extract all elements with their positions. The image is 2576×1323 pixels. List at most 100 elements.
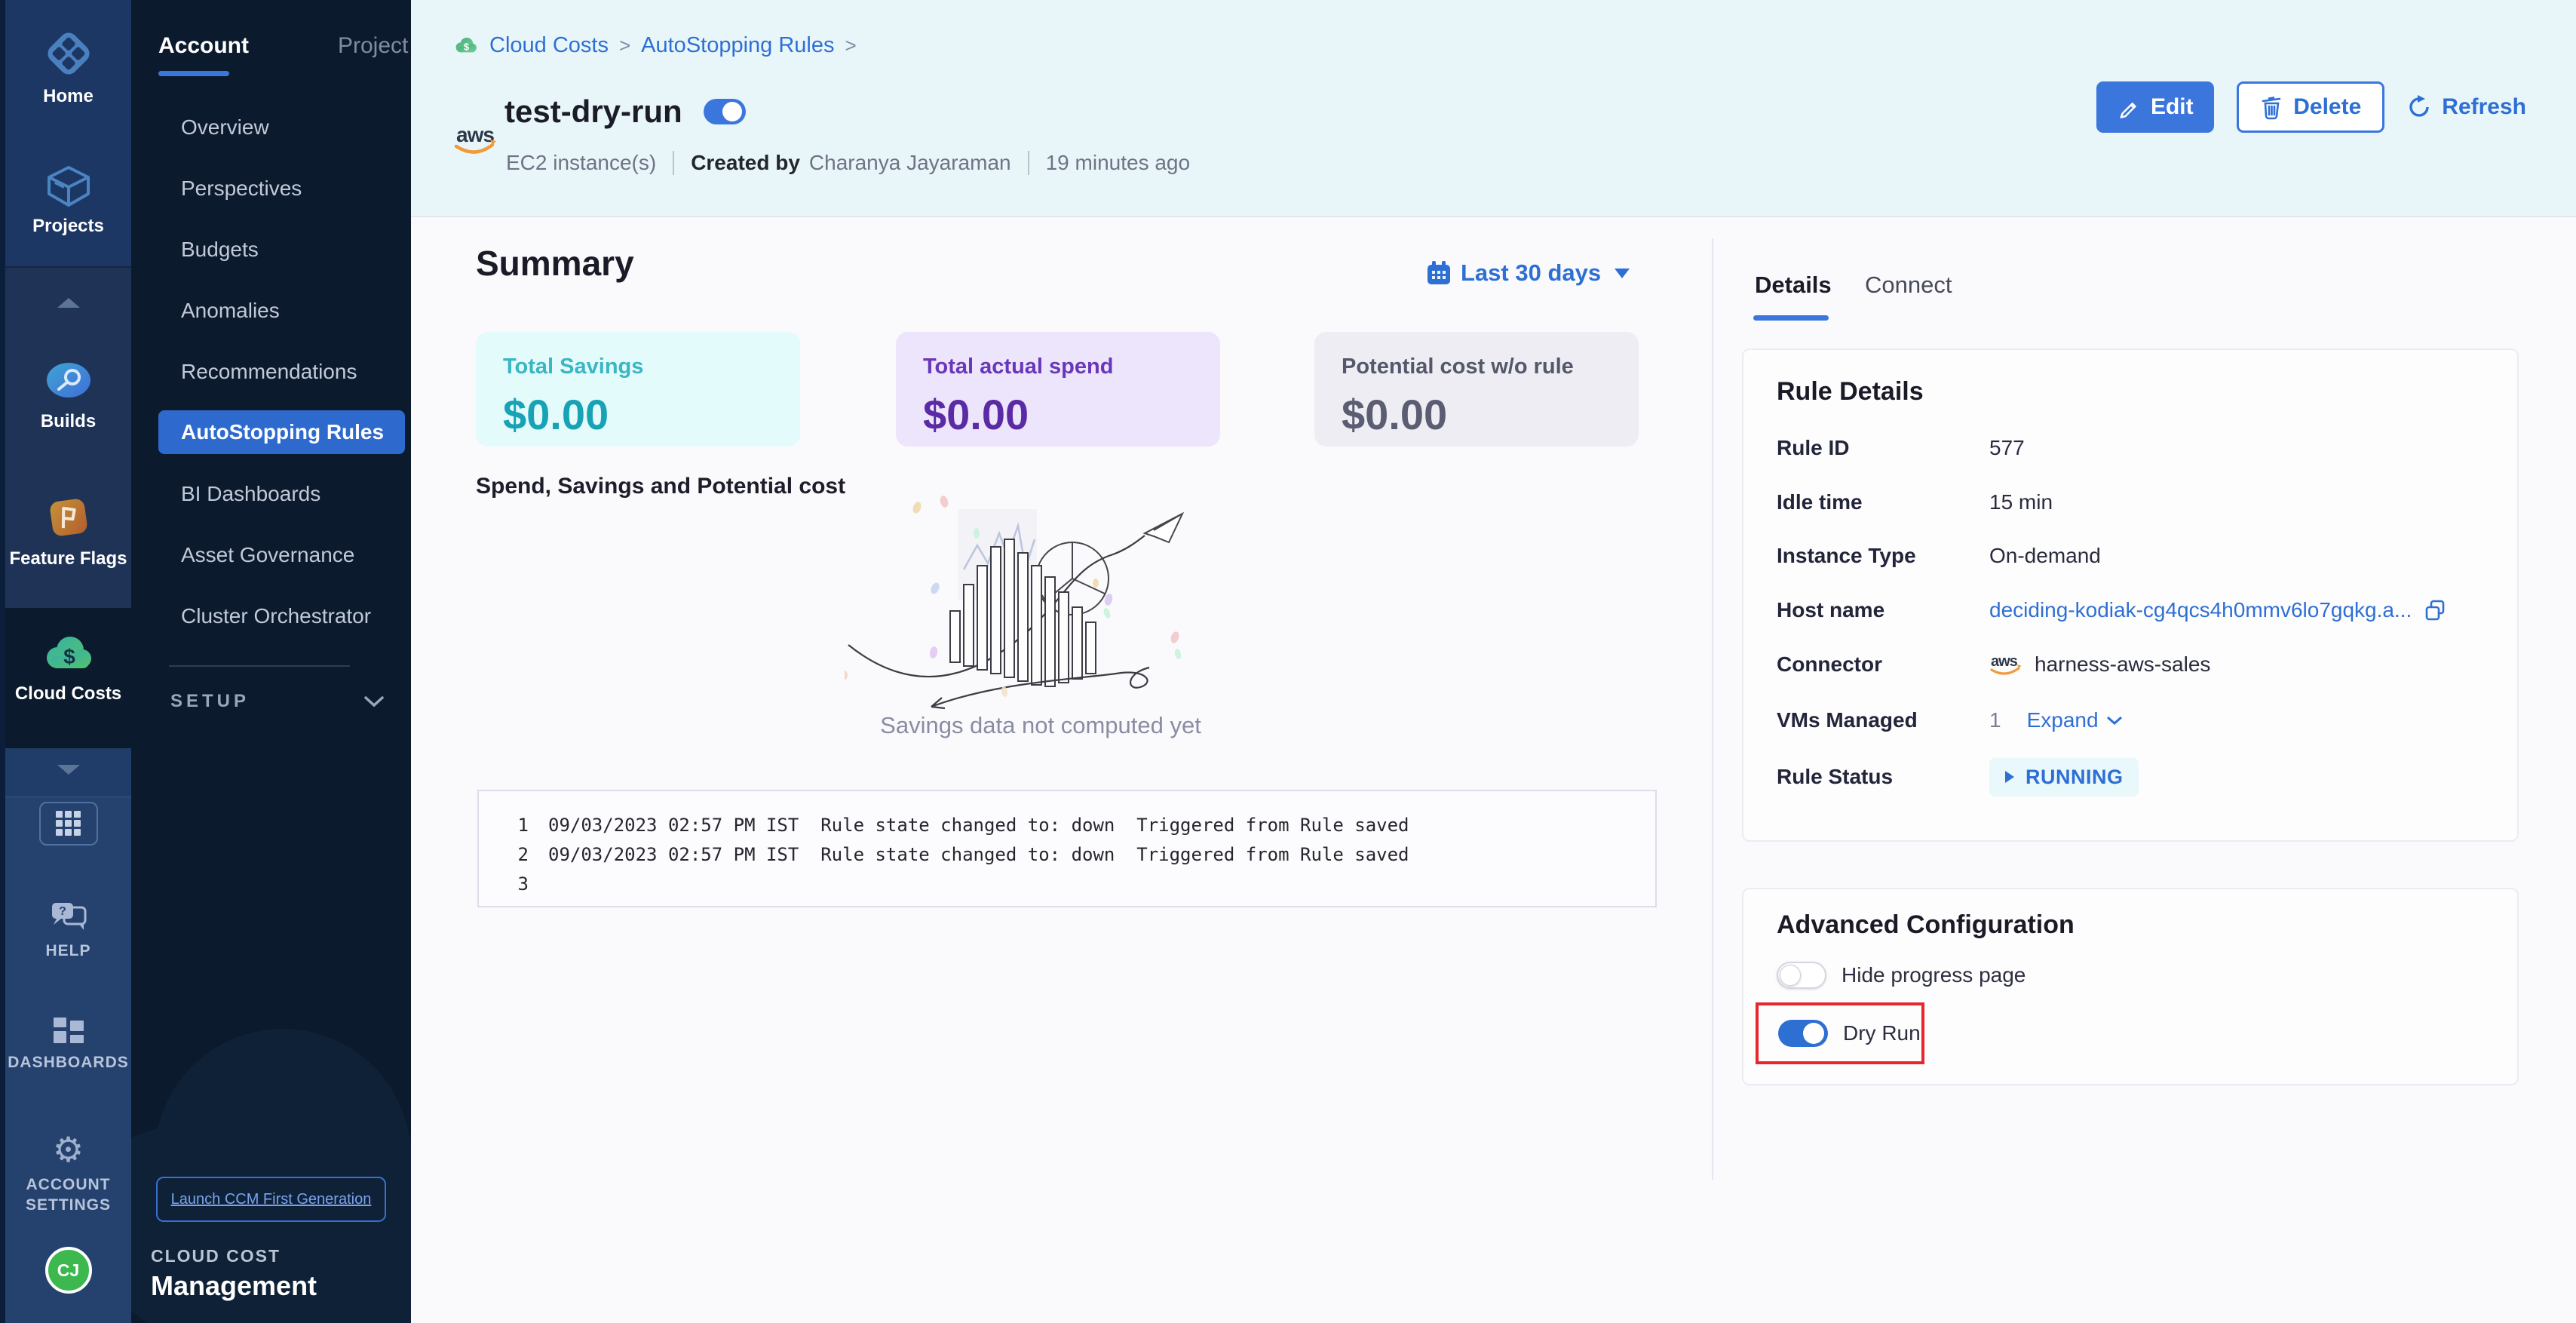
sidebar-footer-title: Management [151,1270,317,1302]
hide-progress-toggle[interactable] [1777,962,1826,989]
aws-logo: aws [453,121,497,158]
nav-rail-item-builds[interactable]: Builds [5,357,131,432]
nav-rail-label: DASHBOARDS [8,1052,129,1073]
launch-ccm-first-gen-button[interactable]: Launch CCM First Generation [156,1177,386,1222]
date-range-dropdown[interactable]: Last 30 days [1426,259,1630,287]
refresh-icon [2407,95,2431,119]
detail-label: VMs Managed [1777,708,1989,732]
feature-flags-icon [45,494,92,541]
main-content: $ Cloud Costs > AutoStopping Rules > aws… [411,0,2576,1323]
tab-account[interactable]: Account [158,33,249,59]
nav-rail-item-account-settings[interactable]: ⚙ ACCOUNT SETTINGS [5,1132,131,1215]
hide-progress-label: Hide progress page [1842,963,2026,987]
breadcrumb: $ Cloud Costs > AutoStopping Rules > [453,33,857,58]
tab-details[interactable]: Details [1755,272,1832,299]
nav-rail-item-home[interactable]: Home [5,29,131,107]
cloud-costs-breadcrumb-icon: $ [453,36,479,56]
calendar-icon [1426,260,1452,286]
nav-rail-item-cloud-costs-active[interactable]: $ Cloud Costs [5,608,131,748]
sidebar-footer-eyebrow: CLOUD COST [151,1246,281,1266]
trash-icon [2260,94,2283,120]
svg-text:$: $ [63,645,75,668]
sidebar-scope-tabs: Account Project [158,33,396,59]
hide-progress-toggle-row: Hide progress page [1777,962,2026,989]
sidebar-item-anomalies[interactable]: Anomalies [158,280,405,341]
tab-active-underline [1753,315,1829,321]
detail-row-connector: Connector aws harness-aws-sales [1777,649,2495,680]
nav-rail-item-feature-flags[interactable]: Feature Flags [5,494,131,569]
vms-expand-link[interactable]: Expand [2027,708,2123,732]
setup-label: SETUP [170,691,250,712]
card-value: $0.00 [503,390,773,439]
toggle-knob [1780,965,1801,986]
nav-rail-item-dashboards[interactable]: DASHBOARDS [5,1016,131,1073]
breadcrumb-separator: > [619,34,630,57]
tab-connect[interactable]: Connect [1865,272,1952,299]
sidebar-item-budgets[interactable]: Budgets [158,219,405,280]
service-type: EC2 instance(s) [506,151,656,175]
detail-label: Host name [1777,598,1989,622]
nav-rail-label: Home [43,86,94,107]
nav-rail-label: Feature Flags [9,548,127,569]
sidebar-item-asset-governance[interactable]: Asset Governance [158,524,405,585]
cloud-costs-icon: $ [42,634,95,676]
sidebar-item-autostopping-rules[interactable]: AutoStopping Rules [158,410,405,454]
rail-scroll-up-icon[interactable] [57,298,80,308]
sidebar-item-cluster-orchestrator[interactable]: Cluster Orchestrator [158,585,405,646]
nav-rail-item-help[interactable]: ? HELP [5,900,131,961]
dry-run-toggle[interactable] [1778,1020,1828,1047]
builds-icon [45,357,92,404]
projects-cube-icon [46,164,91,208]
advanced-config-heading: Advanced Configuration [1777,910,2075,940]
sidebar-setup-section[interactable]: SETUP [170,691,384,712]
module-picker-button[interactable] [39,802,98,846]
nav-rail-item-cloud-costs[interactable]: $ Cloud Costs [5,634,131,704]
rule-subtitle: EC2 instance(s) Created by Charanya Jaya… [506,151,1190,175]
svg-text:$: $ [464,41,470,52]
nav-rail-label: Builds [41,411,96,432]
nav-rail-top-section: Home Projects [5,0,131,266]
edit-button-label: Edit [2151,94,2194,120]
refresh-button[interactable]: Refresh [2407,81,2526,133]
rule-title-row: test-dry-run [504,94,746,130]
panel-divider [1712,238,1713,1180]
breadcrumb-link-cloud-costs[interactable]: Cloud Costs [489,33,609,58]
user-avatar[interactable]: CJ [45,1247,92,1294]
delete-button[interactable]: Delete [2237,81,2384,133]
nav-rail-label: HELP [45,941,90,961]
nav-rail-scroll-strip [5,748,131,797]
sidebar-item-overview[interactable]: Overview [158,97,405,158]
breadcrumb-separator: > [845,34,857,57]
detail-row-rule-id: Rule ID 577 [1777,433,2495,463]
tab-project[interactable]: Project [338,33,408,59]
sidebar-item-recommendations[interactable]: Recommendations [158,341,405,402]
rule-enabled-toggle[interactable] [704,99,746,124]
status-badge: RUNNING [1989,758,2139,797]
detail-label: Instance Type [1777,544,1989,568]
breadcrumb-link-autostopping-rules[interactable]: AutoStopping Rules [641,33,834,58]
log-line: 3 [509,870,1655,899]
sidebar-item-bi-dashboards[interactable]: BI Dashboards [158,463,405,524]
created-by-value: Charanya Jayaraman [809,151,1011,175]
detail-label: Rule Status [1777,765,1989,789]
sidebar-item-perspectives[interactable]: Perspectives [158,158,405,219]
chart-section-title: Spend, Savings and Potential cost [476,474,845,499]
aws-connector-icon: aws [1989,651,2022,678]
detail-row-rule-status: Rule Status RUNNING [1777,757,2495,797]
copy-icon[interactable] [2424,599,2446,622]
edit-button[interactable]: Edit [2096,81,2214,133]
refresh-button-label: Refresh [2442,94,2526,120]
rule-activity-log: 1 09/03/2023 02:57 PM IST Rule state cha… [477,790,1657,907]
dashboards-icon [52,1016,85,1045]
host-name-link[interactable]: deciding-kodiak-cg4qcs4h0mmv6lo7gqkg.a..… [1989,598,2412,622]
rule-details-heading: Rule Details [1777,377,1924,407]
advanced-configuration-card: Advanced Configuration Hide progress pag… [1742,888,2519,1085]
vms-count: 1 [1989,708,2001,732]
rail-scroll-down-icon[interactable] [57,765,80,775]
savings-empty-illustration [845,494,1237,713]
card-label: Total actual spend [923,355,1193,379]
subtitle-divider [673,151,674,175]
nav-rail-item-projects[interactable]: Projects [5,164,131,237]
svg-text:aws: aws [456,123,494,146]
sidebar-divider [169,665,350,667]
